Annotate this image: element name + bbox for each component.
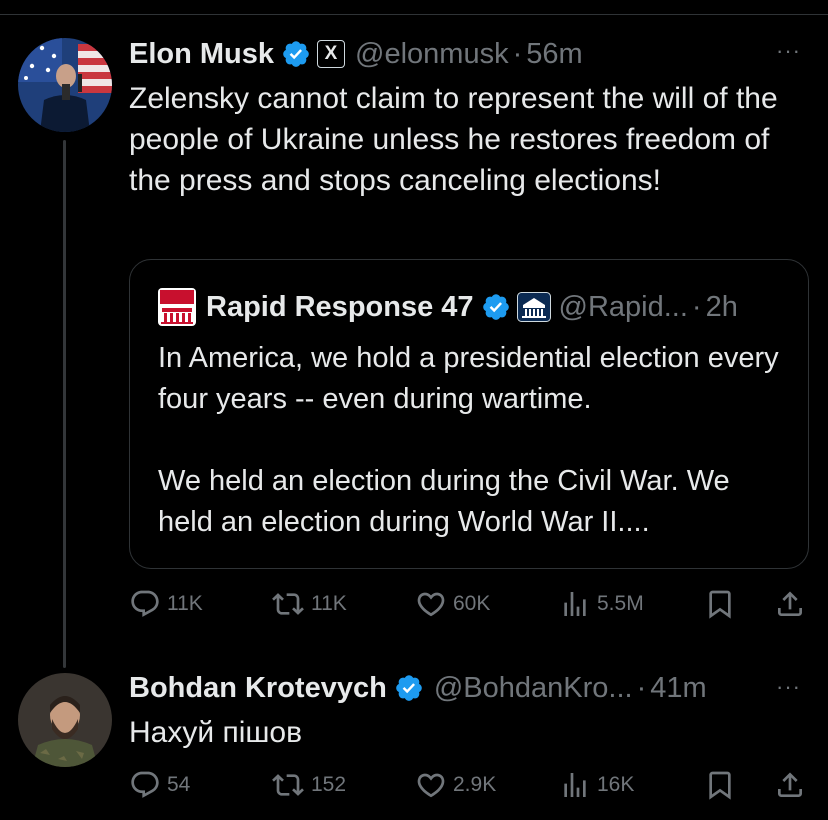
tweet-time[interactable]: 41m — [650, 672, 706, 705]
like-button[interactable]: 60K — [415, 588, 490, 620]
rapid-response-logo — [158, 288, 196, 326]
reply-count: 11K — [167, 592, 203, 615]
views-button[interactable]: 5.5M — [559, 588, 644, 620]
like-count: 2.9K — [453, 773, 497, 796]
tweet-text: Zelensky cannot claim to represent the w… — [129, 82, 778, 197]
share-button[interactable] — [774, 588, 806, 620]
author-name[interactable]: Elon Musk — [129, 38, 274, 71]
tweet-text: Нахуй пішов — [129, 716, 303, 749]
quote-author-name[interactable]: Rapid Response 47 — [206, 291, 474, 324]
reply-button[interactable]: 11K — [129, 588, 203, 620]
quote-header: Rapid Response 47 @Rapid... · 2h — [206, 286, 738, 328]
reply-icon — [131, 771, 159, 798]
like-icon — [417, 592, 445, 617]
views-count: 5.5M — [597, 592, 644, 615]
repost-count: 11K — [311, 592, 347, 615]
separator-dot: · — [512, 37, 523, 70]
tweet-time[interactable]: 56m — [526, 38, 582, 71]
separator-dot: · — [636, 671, 647, 704]
repost-button[interactable]: 152 — [271, 769, 346, 801]
reply-icon — [131, 590, 159, 617]
author-handle[interactable]: @BohdanKro... — [434, 672, 633, 705]
bookmark-button[interactable] — [704, 769, 736, 801]
like-icon — [417, 773, 445, 798]
author-handle[interactable]: @elonmusk — [355, 38, 509, 71]
views-icon — [564, 773, 586, 797]
quote-text: In America, we hold a presidential elect… — [158, 338, 788, 543]
quote-paragraph: We held an election during the Civil War… — [158, 465, 730, 538]
views-button[interactable]: 16K — [559, 769, 634, 801]
thread-connector-line — [63, 140, 66, 668]
verified-badge-icon — [481, 292, 511, 322]
bookmark-button[interactable] — [704, 588, 736, 620]
reply-count: 54 — [167, 773, 191, 796]
bohdan-avatar[interactable] — [18, 673, 112, 767]
elon-musk-avatar[interactable] — [18, 38, 112, 132]
reply-button[interactable]: 54 — [129, 769, 190, 801]
tweet-actions: 11K 11K 60K 5.5M — [129, 585, 809, 625]
repost-count: 152 — [311, 773, 347, 796]
tweet-header: Elon Musk X @elonmusk · 56m — [129, 34, 583, 74]
like-count: 60K — [453, 592, 491, 615]
like-button[interactable]: 2.9K — [415, 769, 496, 801]
bookmark-icon — [709, 590, 731, 619]
more-icon[interactable]: ··· — [776, 40, 801, 62]
tweet-header: Bohdan Krotevych @BohdanKro... · 41m — [129, 668, 707, 708]
share-icon — [778, 591, 802, 616]
share-icon — [778, 772, 802, 797]
top-divider — [0, 14, 828, 15]
quote-time[interactable]: 2h — [706, 291, 738, 324]
x-org-badge[interactable]: X — [317, 40, 346, 68]
views-count: 16K — [597, 773, 635, 796]
share-button[interactable] — [774, 769, 806, 801]
repost-icon — [272, 774, 304, 796]
bookmark-icon — [709, 771, 731, 800]
repost-button[interactable]: 11K — [271, 588, 347, 620]
views-icon — [564, 592, 586, 616]
author-name[interactable]: Bohdan Krotevych — [129, 672, 387, 705]
tweet-actions: 54 152 2.9K 16K — [129, 766, 809, 806]
verified-badge-icon — [394, 673, 424, 703]
verified-badge-icon — [281, 39, 311, 69]
quote-author-handle[interactable]: @Rapid... — [559, 291, 688, 324]
repost-icon — [272, 593, 304, 615]
white-house-icon — [516, 292, 551, 322]
quote-paragraph: In America, we hold a presidential elect… — [158, 342, 779, 415]
more-icon[interactable]: ··· — [776, 676, 801, 698]
quoted-tweet-card[interactable]: Rapid Response 47 @Rapid... · 2h In Amer… — [129, 259, 809, 569]
separator-dot: · — [691, 290, 702, 323]
